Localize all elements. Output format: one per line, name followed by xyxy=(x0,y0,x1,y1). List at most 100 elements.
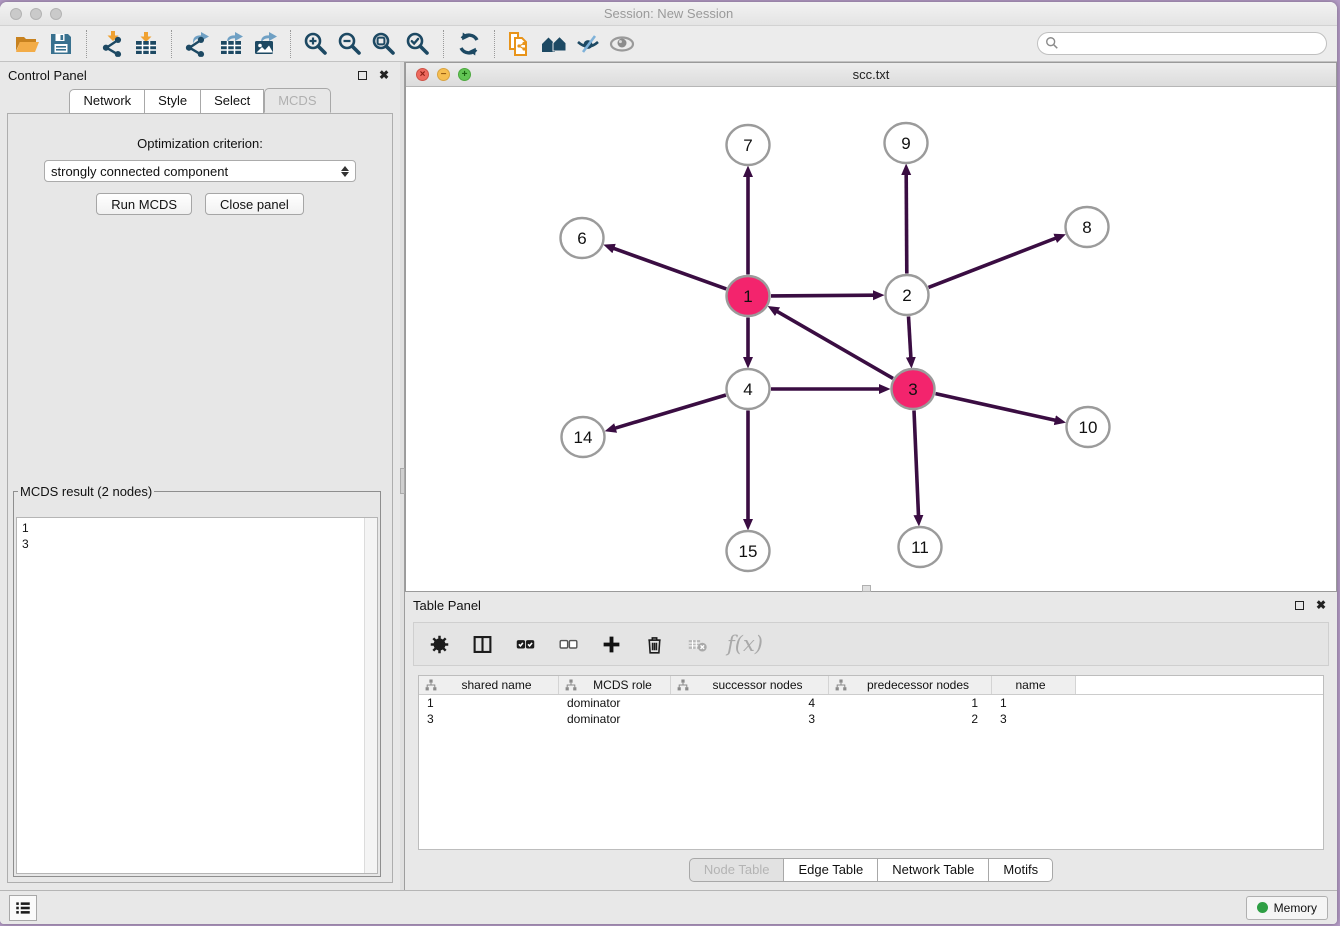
close-table-panel-icon[interactable]: ✖ xyxy=(1313,597,1329,613)
hide-eye-icon[interactable] xyxy=(571,29,605,59)
column-header-name[interactable]: name xyxy=(992,676,1076,694)
open-folder-icon[interactable] xyxy=(10,29,44,59)
network-resize-grip[interactable] xyxy=(862,585,871,592)
add-icon[interactable] xyxy=(598,631,624,657)
table-tabs: Node TableEdge TableNetwork TableMotifs xyxy=(405,858,1337,882)
graph-node-8[interactable]: 8 xyxy=(1066,207,1109,247)
gear-icon[interactable] xyxy=(426,631,452,657)
column-header-shared-name[interactable]: shared name xyxy=(419,676,559,694)
import-network-icon[interactable] xyxy=(95,29,129,59)
tab-node-table[interactable]: Node Table xyxy=(689,858,785,882)
svg-text:4: 4 xyxy=(743,380,752,399)
tab-edge-table[interactable]: Edge Table xyxy=(784,858,878,882)
graph-node-15[interactable]: 15 xyxy=(727,531,770,571)
graph-node-4[interactable]: 4 xyxy=(727,369,770,409)
table-row[interactable]: 3dominator323 xyxy=(419,711,1323,727)
zoom-fit-icon[interactable] xyxy=(367,29,401,59)
import-table-icon[interactable] xyxy=(129,29,163,59)
export-image-icon[interactable] xyxy=(248,29,282,59)
columns-icon[interactable] xyxy=(469,631,495,657)
table-cell[interactable]: 1 xyxy=(992,696,1076,710)
svg-text:10: 10 xyxy=(1079,418,1098,437)
export-table-icon[interactable] xyxy=(214,29,248,59)
close-panel-button[interactable]: Close panel xyxy=(205,193,304,215)
eye-icon[interactable] xyxy=(605,29,639,59)
table-row[interactable]: 1dominator411 xyxy=(419,695,1323,711)
graph-edge-3-10[interactable] xyxy=(936,394,1056,421)
houses-icon[interactable] xyxy=(537,29,571,59)
mcds-result-lines: 1 3 xyxy=(17,518,377,552)
export-network-icon[interactable] xyxy=(180,29,214,59)
tab-motifs[interactable]: Motifs xyxy=(989,858,1053,882)
graph-node-6[interactable]: 6 xyxy=(561,218,604,258)
graph-edge-2-8[interactable] xyxy=(929,238,1057,287)
refresh-icon[interactable] xyxy=(452,29,486,59)
table-cell[interactable]: dominator xyxy=(559,712,671,726)
float-panel-icon[interactable] xyxy=(354,67,370,83)
select-all-icon[interactable] xyxy=(512,631,538,657)
graph-node-2[interactable]: 2 xyxy=(886,275,929,315)
network-window: × − + scc.txt 7968124314101511 xyxy=(405,62,1337,592)
graph-edge-3-11[interactable] xyxy=(914,411,919,517)
tab-network[interactable]: Network xyxy=(69,89,145,114)
graph-node-11[interactable]: 11 xyxy=(899,527,942,567)
network-canvas[interactable]: 7 9 6 8 1 2 4 3 14 10 15 11 xyxy=(406,87,1336,591)
save-icon[interactable] xyxy=(44,29,78,59)
table-cell[interactable]: 3 xyxy=(419,712,559,726)
graph-node-9[interactable]: 9 xyxy=(885,123,928,163)
svg-text:8: 8 xyxy=(1082,218,1091,237)
graph-edge-1-6[interactable] xyxy=(613,248,726,289)
column-header-successor-nodes[interactable]: successor nodes xyxy=(671,676,829,694)
search-input[interactable] xyxy=(1037,32,1327,55)
graph-node-3[interactable]: 3 xyxy=(892,369,935,409)
mcds-panel: Optimization criterion: strongly connect… xyxy=(7,113,393,883)
table-cell[interactable]: dominator xyxy=(559,696,671,710)
tab-select[interactable]: Select xyxy=(201,89,264,114)
table-panel: Table Panel ✖ xyxy=(405,592,1337,890)
table-cell[interactable]: 1 xyxy=(829,696,992,710)
graph-edge-1-2[interactable] xyxy=(771,295,874,296)
zoom-in-icon[interactable] xyxy=(299,29,333,59)
delete-icon[interactable] xyxy=(641,631,667,657)
graph-node-1[interactable]: 1 xyxy=(727,276,770,316)
hierarchy-icon xyxy=(425,679,437,691)
table-cell[interactable]: 3 xyxy=(671,712,829,726)
share-document-icon[interactable] xyxy=(503,29,537,59)
column-header-predecessor-nodes[interactable]: predecessor nodes xyxy=(829,676,992,694)
table-cell[interactable]: 4 xyxy=(671,696,829,710)
window-title: Session: New Session xyxy=(0,6,1337,21)
hierarchy-icon xyxy=(677,679,689,691)
criterion-select[interactable]: strongly connected component xyxy=(44,160,356,182)
memory-label: Memory xyxy=(1274,901,1317,915)
zoom-selected-icon[interactable] xyxy=(401,29,435,59)
float-table-panel-icon[interactable] xyxy=(1291,597,1307,613)
node-table: shared nameMCDS rolesuccessor nodesprede… xyxy=(418,675,1324,850)
graph-edge-3-1[interactable] xyxy=(777,311,893,378)
tab-style[interactable]: Style xyxy=(145,89,201,114)
svg-text:15: 15 xyxy=(739,542,758,561)
column-header-MCDS-role[interactable]: MCDS role xyxy=(559,676,671,694)
control-panel-title: Control Panel xyxy=(8,68,87,83)
close-panel-icon[interactable]: ✖ xyxy=(376,67,392,83)
svg-text:11: 11 xyxy=(911,538,929,557)
graph-edge-4-14[interactable] xyxy=(615,395,726,428)
table-cell[interactable]: 3 xyxy=(992,712,1076,726)
table-cell[interactable]: 2 xyxy=(829,712,992,726)
table-cell[interactable]: 1 xyxy=(419,696,559,710)
svg-text:9: 9 xyxy=(901,134,910,153)
graph-node-10[interactable]: 10 xyxy=(1067,407,1110,447)
graph-edge-2-3[interactable] xyxy=(909,317,911,359)
graph-node-14[interactable]: 14 xyxy=(562,417,605,457)
tab-mcds[interactable]: MCDS xyxy=(264,88,330,113)
tab-network-table[interactable]: Network Table xyxy=(878,858,989,882)
graph-edge-2-9[interactable] xyxy=(906,174,907,274)
task-history-button[interactable] xyxy=(9,895,37,921)
memory-button[interactable]: Memory xyxy=(1246,896,1328,920)
svg-text:1: 1 xyxy=(743,287,752,306)
run-mcds-button[interactable]: Run MCDS xyxy=(96,193,192,215)
result-scrollbar[interactable] xyxy=(364,518,377,873)
zoom-out-icon[interactable] xyxy=(333,29,367,59)
svg-text:2: 2 xyxy=(902,286,911,305)
clear-selection-icon[interactable] xyxy=(555,631,581,657)
graph-node-7[interactable]: 7 xyxy=(727,125,770,165)
